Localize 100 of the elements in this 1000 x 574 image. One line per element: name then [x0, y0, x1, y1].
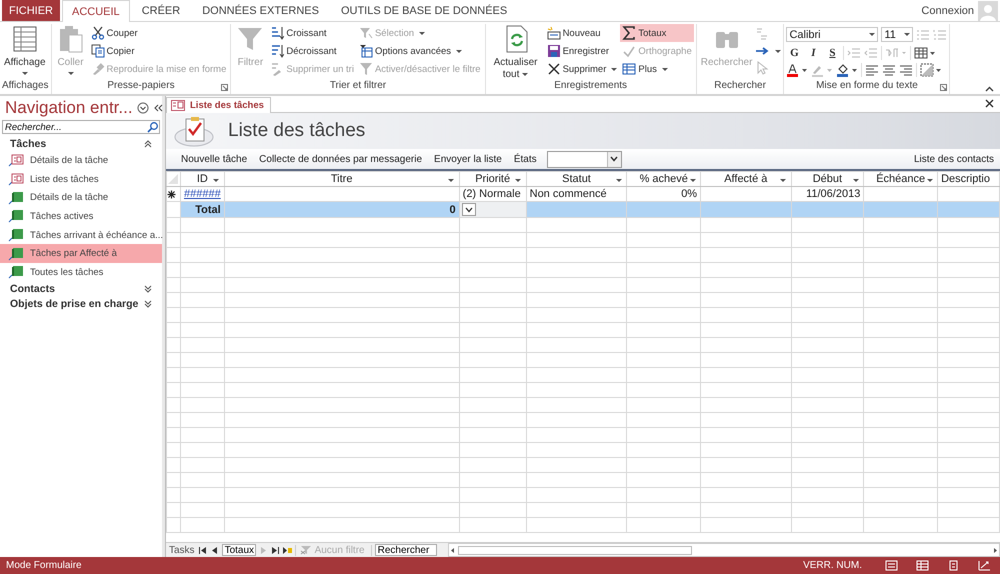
navigation-item[interactable]: Toutes les tâches — [0, 263, 162, 282]
ribbon-tab[interactable]: DONNÉES EXTERNES — [192, 0, 329, 21]
column-header[interactable]: ID — [180, 172, 224, 186]
last-record-icon — [270, 546, 280, 554]
navigation-item[interactable]: Tâches par Affecté à — [0, 244, 162, 264]
status-indicator: VERR. NUM. — [803, 560, 862, 571]
reports-combo[interactable] — [546, 150, 622, 168]
group-label: Affichages — [2, 79, 49, 93]
form-title: Liste des tâches — [228, 120, 366, 142]
ribbon-button[interactable]: Totaux — [620, 24, 694, 42]
toolbar-link[interactable]: Nouvelle tâche — [181, 154, 248, 164]
brush-icon — [90, 62, 105, 76]
column-header[interactable]: Titre — [224, 172, 460, 186]
font-size-combo[interactable]: 11 — [881, 27, 914, 42]
increase-indent-icon — [847, 46, 862, 60]
sort-ascending-icon — [270, 26, 284, 40]
selection-filter-icon — [358, 26, 373, 40]
record-link[interactable]: ###### — [184, 188, 221, 200]
table-icon — [622, 62, 636, 76]
ribbon-button[interactable]: Nouveau — [544, 24, 620, 42]
toolbar-link[interactable]: Collecte de données par messagerie — [259, 154, 422, 164]
navigation-item[interactable]: Tâches actives — [0, 207, 162, 226]
ribbon-tab[interactable]: CRÉER — [132, 0, 190, 21]
group-label: Enregistrements — [554, 79, 628, 93]
task-list-icon — [174, 115, 214, 147]
ribbon-tab[interactable]: ACCUEIL — [62, 0, 130, 22]
column-header[interactable]: Échéance — [864, 172, 938, 186]
ribbon-button[interactable]: Actualiser tout — [488, 24, 544, 79]
bullets-icon — [916, 28, 930, 42]
form-view-icon — [885, 560, 898, 571]
form-icon — [8, 172, 24, 186]
navigation-item[interactable]: Liste des tâches — [0, 170, 162, 188]
column-header[interactable]: Priorité — [459, 172, 526, 186]
numbering-icon — [933, 28, 948, 42]
cursor-icon — [755, 61, 770, 75]
column-header[interactable]: Affecté à — [700, 172, 791, 186]
sign-in-link[interactable]: Connexion — [921, 4, 974, 16]
ribbon-button[interactable]: Copier — [88, 42, 228, 60]
ribbon-button[interactable]: Plus — [620, 60, 694, 78]
dialog-launcher-icon — [221, 84, 228, 91]
font-color-icon — [786, 63, 808, 78]
column-header[interactable]: Début — [791, 172, 864, 186]
column-header[interactable]: % achevé — [626, 172, 701, 186]
font-name-combo[interactable]: Calibri — [786, 27, 878, 42]
horizontal-scrollbar[interactable] — [448, 543, 1000, 557]
text-style-button[interactable]: G — [786, 44, 802, 60]
ribbon-tab[interactable]: FICHIER — [2, 0, 60, 21]
save-icon — [546, 44, 561, 58]
navigation-item[interactable]: Tâches arrivant à échéance a... — [0, 226, 162, 244]
record-field[interactable]: Totaux — [222, 544, 256, 556]
status-text: Mode Formulaire — [6, 560, 82, 571]
expand-chevron-icon — [144, 285, 152, 294]
ribbon-button[interactable]: Affichage — [2, 24, 48, 79]
ribbon-button[interactable]: Décroissant — [268, 42, 356, 60]
pane-title: Navigation entr... — [5, 98, 133, 118]
sort-descending-icon — [270, 44, 284, 58]
dropdown-circle-icon — [136, 102, 149, 114]
design-view-icon — [978, 560, 991, 571]
shading-grid-icon — [920, 63, 942, 78]
object-label: Tasks — [169, 544, 195, 556]
navigation-item[interactable]: Détails de la tâche — [0, 188, 162, 208]
group-header[interactable]: Tâches — [0, 136, 162, 151]
group-header[interactable]: Contacts — [0, 282, 162, 297]
ribbon-tab[interactable]: OUTILS DE BASE DE DONNÉES — [330, 0, 518, 21]
first-record-icon — [198, 546, 207, 554]
navigation-item[interactable]: Détails de la tâche — [0, 151, 162, 170]
advanced-filter-icon — [358, 44, 373, 58]
text-style-button[interactable]: S — [824, 44, 840, 60]
row-selector[interactable] — [166, 186, 180, 202]
ribbon-button[interactable]: Enregistrer — [544, 42, 620, 60]
group-header[interactable]: Objets de prise en charge — [0, 296, 162, 312]
previous-record-icon — [210, 546, 219, 554]
ribbon-button[interactable]: Croissant — [268, 24, 356, 42]
layout-view-icon — [947, 560, 960, 571]
toolbar-link[interactable]: Liste des contacts — [914, 154, 994, 164]
report-icon — [8, 209, 24, 224]
toolbar-link[interactable]: Envoyer la liste — [434, 154, 502, 164]
no-filter-icon — [300, 545, 312, 555]
text-style-button[interactable]: I — [805, 44, 822, 60]
ribbon-button[interactable]: Options avancées — [356, 42, 483, 60]
expand-chevron-icon — [144, 300, 152, 308]
chevron-down-icon — [464, 206, 473, 212]
fill-bucket-icon — [836, 63, 858, 78]
total-picker[interactable] — [462, 203, 476, 216]
dialog-launcher-icon — [940, 84, 948, 91]
group-label: Mise en forme du texte — [816, 79, 918, 93]
next-record-icon — [258, 546, 268, 554]
align-left-icon — [865, 63, 880, 78]
search-field[interactable]: Rechercher — [374, 544, 437, 556]
new-record-icon — [168, 190, 176, 198]
ribbon-button[interactable]: Supprimer — [544, 60, 620, 78]
report-icon — [8, 265, 24, 280]
report-icon — [8, 228, 24, 242]
chevron-down-icon — [610, 156, 618, 162]
replace-icon — [755, 27, 770, 41]
ribbon-button[interactable]: Couper — [88, 24, 228, 42]
document-tab[interactable]: Liste des tâches — [166, 97, 271, 113]
column-header[interactable]: Statut — [526, 172, 627, 186]
column-header[interactable]: Descriptio — [938, 172, 1000, 186]
total-label: Total — [180, 202, 224, 218]
